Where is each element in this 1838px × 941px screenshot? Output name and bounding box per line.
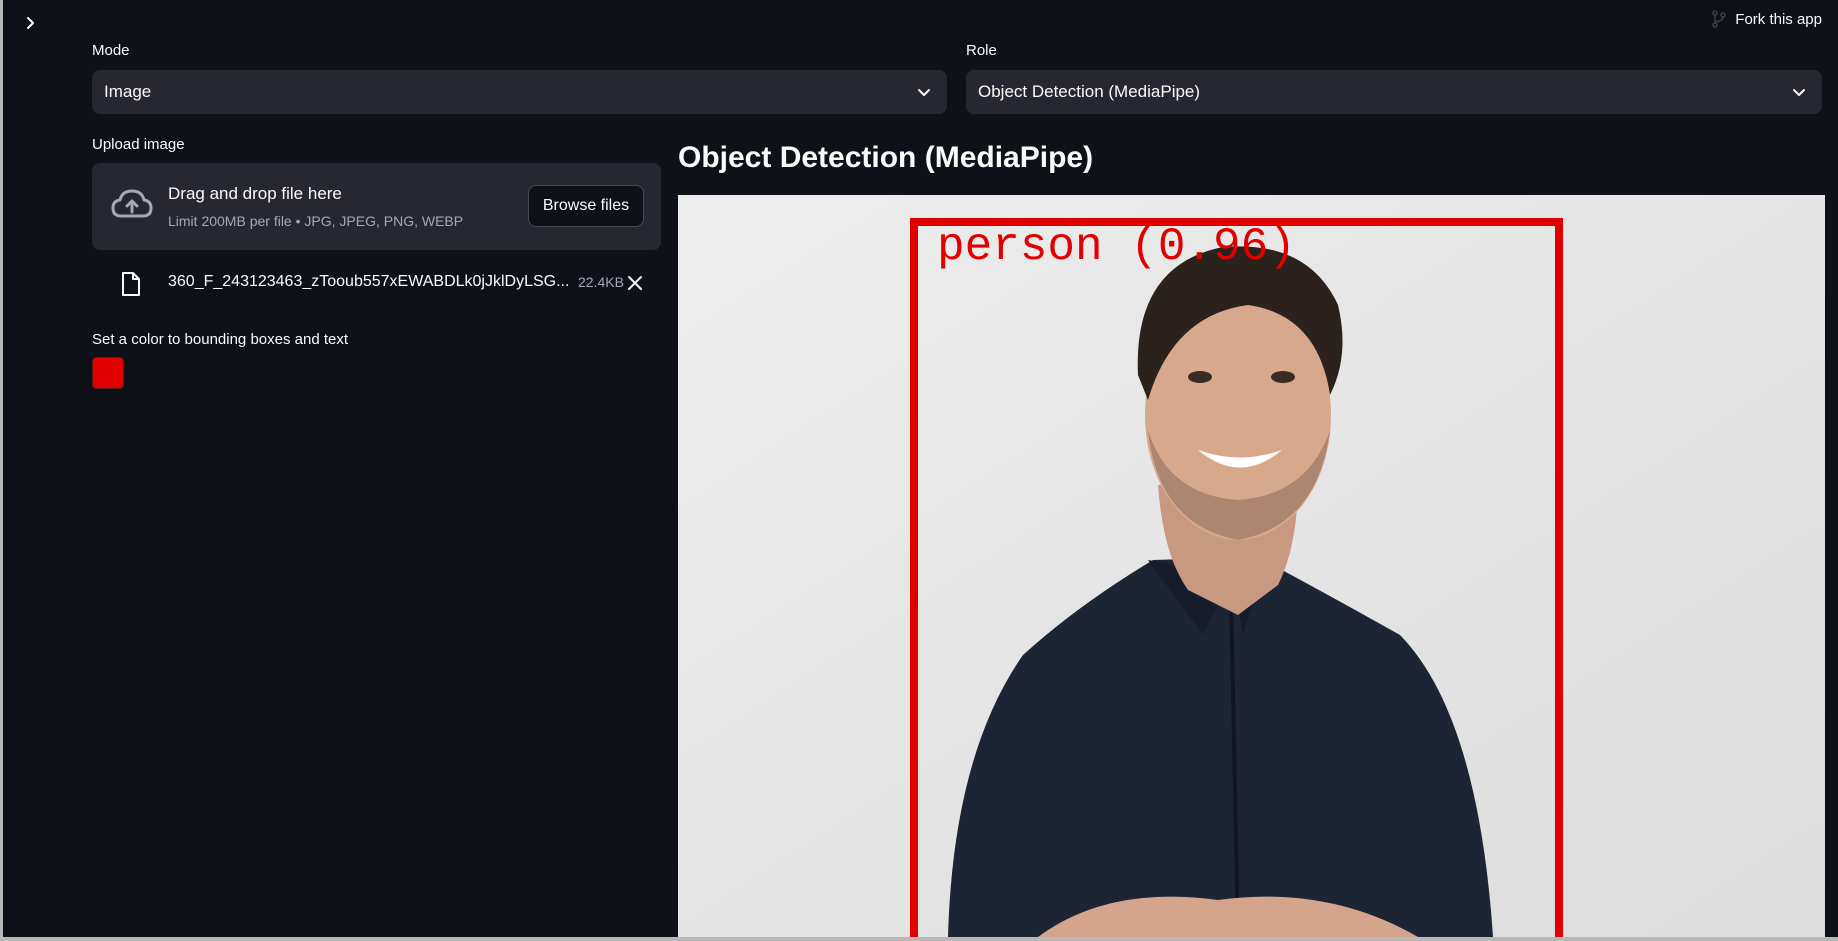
- uploaded-file-name: 360_F_243123463_zTooub557xEWABDLk0jJklDy…: [168, 273, 568, 290]
- sidebar-toggle-button[interactable]: [18, 10, 44, 36]
- detection-result-image: person (0.96): [678, 195, 1825, 937]
- file-icon: [122, 272, 140, 296]
- cloud-upload-icon: [111, 189, 153, 218]
- color-picker-swatch[interactable]: [92, 357, 124, 389]
- page-title: Object Detection (MediaPipe): [678, 141, 1094, 174]
- fork-app-link[interactable]: Fork this app: [1711, 10, 1822, 28]
- fork-icon: [1712, 10, 1727, 28]
- close-icon[interactable]: [625, 273, 645, 293]
- mode-label: Mode: [92, 42, 130, 59]
- role-select-value: Object Detection (MediaPipe): [978, 82, 1201, 101]
- fork-label: Fork this app: [1735, 10, 1822, 28]
- chevron-right-icon: [27, 17, 34, 29]
- dropzone-subtitle: Limit 200MB per file • JPG, JPEG, PNG, W…: [168, 213, 464, 229]
- chevron-down-icon: [918, 89, 930, 96]
- file-dropzone[interactable]: Drag and drop file here Limit 200MB per …: [92, 163, 661, 250]
- role-label: Role: [966, 42, 997, 59]
- role-select[interactable]: Object Detection (MediaPipe): [966, 70, 1822, 114]
- color-picker-label: Set a color to bounding boxes and text: [92, 331, 349, 348]
- dropzone-title: Drag and drop file here: [168, 184, 342, 203]
- upload-label: Upload image: [92, 136, 185, 153]
- chevron-down-icon: [1793, 89, 1805, 96]
- uploaded-file-row: 360_F_243123463_zTooub557xEWABDLk0jJklDy…: [92, 263, 661, 303]
- app-window: Fork this app Mode Image Role Object Det…: [3, 0, 1838, 937]
- detection-label: person (0.96): [937, 221, 1296, 273]
- mode-select-value: Image: [104, 82, 152, 101]
- uploaded-file-size: 22.4KB: [578, 274, 624, 290]
- mode-select[interactable]: Image: [92, 70, 947, 114]
- browse-files-button[interactable]: Browse files: [528, 185, 644, 227]
- detection-bounding-box: [910, 218, 1563, 937]
